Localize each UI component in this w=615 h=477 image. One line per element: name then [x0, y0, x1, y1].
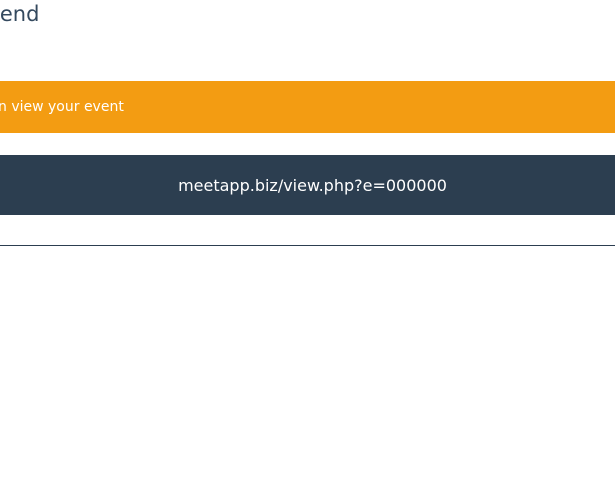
info-banner: n view your event: [0, 81, 615, 133]
divider: [0, 245, 615, 246]
info-banner-text: n view your event: [0, 99, 124, 115]
share-link-box[interactable]: meetapp.biz/view.php?e=000000: [0, 155, 615, 215]
page-heading: iend: [0, 2, 40, 26]
share-link-url[interactable]: meetapp.biz/view.php?e=000000: [178, 176, 447, 195]
